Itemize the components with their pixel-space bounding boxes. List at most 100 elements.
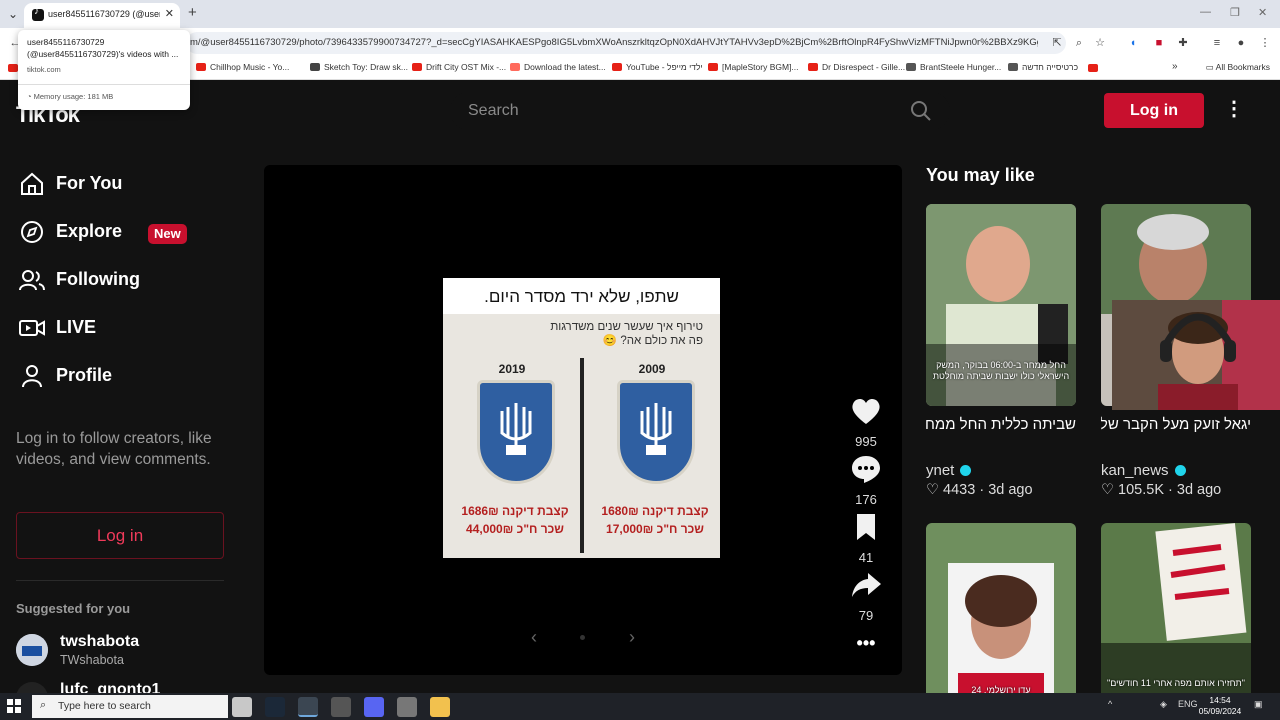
install-app-icon[interactable]: ⇱	[1050, 36, 1064, 50]
recommended-stats: ♡ 105.5K · 3d ago	[1101, 482, 1222, 498]
bookmark-item[interactable]: Chillhop Music - Yo...	[196, 62, 289, 72]
bookmark-item[interactable]: Download the latest...	[510, 62, 606, 72]
nav-for-you[interactable]: For You	[18, 168, 218, 200]
like-count: 995	[855, 434, 877, 449]
chrome-menu-icon[interactable]: ⋮	[1258, 36, 1272, 50]
browser-tab-active[interactable]: user8455116730729 (@user8455116730729)'s…	[24, 3, 180, 28]
taskbar-app-icon[interactable]	[397, 697, 417, 717]
like-count: 4433	[943, 482, 976, 498]
more-options-icon[interactable]: ⋮	[1224, 98, 1244, 122]
all-bookmarks-button[interactable]: ▭ All Bookmarks	[1206, 62, 1270, 73]
bookmark-item[interactable]: Drift City OST Mix -...	[412, 62, 506, 72]
file-explorer-icon[interactable]	[430, 697, 450, 717]
next-photo-icon[interactable]: ›	[622, 627, 642, 647]
tab-title: user8455116730729 (@user8455116730729)'s…	[48, 9, 160, 19]
compass-icon	[21, 221, 43, 243]
photo-left-half: 2019 קצבת דיקנה 1686₪ שכר ח"כ 44,000₪	[447, 358, 577, 553]
author-name: ynet	[926, 462, 955, 479]
bookmark-star-icon[interactable]: ☆	[1093, 36, 1107, 50]
nav-following[interactable]: Following	[18, 264, 218, 296]
clock-time: 14:54	[1209, 695, 1231, 705]
tray-overflow-icon[interactable]: ^	[1108, 699, 1112, 709]
login-prompt-text: Log in to follow creators, like videos, …	[16, 430, 212, 468]
taskbar-app-icon[interactable]	[331, 697, 351, 717]
nav-live[interactable]: LIVE	[18, 312, 218, 344]
tab-close-icon[interactable]: ✕	[165, 7, 174, 20]
taskbar-app-icon[interactable]	[232, 697, 252, 717]
recommended-thumbnail[interactable]: החל ממחר ב-06:00 בבוקר, המשק הישראלי כול…	[926, 204, 1076, 406]
clock-date: 05/09/2024	[1198, 706, 1242, 716]
recommended-title[interactable]: שביתה כללית החל ממחר בבוקר | זו הצהרתו ש…	[926, 414, 1076, 436]
like-action[interactable]: 995	[848, 395, 884, 449]
thumbnail-image	[926, 523, 1076, 693]
suggested-account[interactable]: twshabota TWshabota	[16, 633, 226, 674]
more-actions-icon[interactable]: •••	[848, 633, 884, 654]
save-count: 41	[858, 550, 874, 565]
search-input[interactable]	[468, 102, 868, 120]
bookmark-item[interactable]: [MapleStory BGM]...	[708, 62, 799, 72]
hover-card-title-2: (@user8455116730729)'s videos with ...	[27, 49, 179, 59]
url-field[interactable]: m/@user8455116730729/photo/7396433579900…	[186, 32, 1066, 54]
bookmark-favicon-icon	[808, 63, 818, 71]
suggested-account[interactable]: lufc_gnonto1	[16, 682, 226, 693]
comment-action[interactable]: 176	[848, 453, 884, 507]
close-window-button[interactable]: ✕	[1258, 6, 1267, 19]
save-action[interactable]: 41	[848, 511, 884, 565]
browser-tabstrip: ⌄ user8455116730729 (@user8455116730729)…	[0, 0, 1280, 28]
year-label: 2019	[498, 362, 526, 376]
discord-icon[interactable]	[364, 697, 384, 717]
bookmark-item[interactable]: BrantSteele Hunger...	[906, 62, 1001, 72]
recommended-thumbnail[interactable]: עדן ירושלמי, 24	[926, 523, 1076, 693]
share-action[interactable]: 79	[848, 569, 884, 623]
profile-icon	[22, 365, 42, 388]
nav-explore[interactable]: Explore New	[18, 216, 218, 248]
stipend-line: קצבת דיקנה 1686₪	[461, 504, 569, 518]
zoom-icon[interactable]: ⌕	[1072, 36, 1086, 50]
network-icon[interactable]: ◈	[1160, 699, 1167, 710]
bookmark-item[interactable]: YouTube - ילדי מייפל	[612, 62, 703, 72]
new-tab-button[interactable]: +	[188, 4, 197, 21]
tiktok-favicon-icon	[32, 6, 44, 21]
bookmark-item[interactable]: Sketch Toy: Draw sk...	[310, 62, 408, 72]
nav-profile[interactable]: Profile	[18, 360, 218, 392]
chrome-icon[interactable]	[298, 697, 318, 717]
steam-icon[interactable]	[265, 697, 285, 717]
profile-avatar-icon[interactable]: ●	[1234, 36, 1248, 50]
tab-search-button[interactable]: ⌄	[4, 5, 22, 23]
recommended-thumbnail[interactable]: "תחזירו אותם מפה אחרי 11 חודשים"	[1101, 523, 1251, 693]
new-badge: New	[148, 224, 187, 244]
previous-photo-icon[interactable]: ‹	[524, 627, 544, 647]
more-bookmarks-icon[interactable]: »	[1172, 61, 1178, 72]
restore-button[interactable]: ❐	[1230, 6, 1240, 19]
sidebar-login-button[interactable]: Log in	[16, 512, 224, 559]
extensions-puzzle-icon[interactable]: ✚	[1176, 36, 1190, 50]
photo-caption: שתפו, שלא ירד מסדר היום.	[443, 278, 720, 314]
search-icon[interactable]	[910, 100, 932, 122]
nav-label: For You	[56, 173, 123, 193]
media-control-icon[interactable]: ≡	[1210, 36, 1224, 50]
windows-start-icon[interactable]	[6, 698, 22, 714]
memory-icon: ◔	[27, 92, 34, 101]
taskbar-search-box[interactable]: ⌕ Type here to search	[32, 695, 228, 718]
bookmark-item[interactable]: כרטיסייה חדשה	[1008, 62, 1078, 72]
language-indicator[interactable]: ENG	[1178, 699, 1198, 709]
bookmark-youtube-icon[interactable]	[8, 64, 18, 72]
header-login-button[interactable]: Log in	[1104, 93, 1204, 128]
bookmark-favicon-icon	[196, 63, 206, 71]
recommended-author[interactable]: ynet	[926, 462, 972, 479]
bookmark-youtube-icon[interactable]	[1088, 64, 1098, 72]
bookmark-item[interactable]: Dr Disrespect - Gille...	[808, 62, 905, 72]
minimize-button[interactable]: —	[1200, 6, 1211, 18]
recommended-author[interactable]: kan_news	[1101, 462, 1186, 479]
suggested-name: twshabota	[60, 633, 140, 650]
notification-icon[interactable]: ▣	[1254, 699, 1263, 710]
extension-icon-red[interactable]: ■	[1152, 36, 1166, 50]
taskbar-search-icon: ⌕	[40, 699, 47, 711]
bookmarks-bar: Chillhop Music - Yo... Sketch Toy: Draw s…	[0, 58, 1280, 80]
recommended-title[interactable]: יגאל זועק מעל הקבר של בנו אלמוג סרוסי...	[1101, 414, 1251, 436]
post-age: 3d ago	[988, 482, 1033, 498]
extension-icon[interactable]: ◖	[1126, 36, 1140, 50]
bookmark-favicon-icon	[906, 63, 916, 71]
taskbar-clock[interactable]: 14:54 05/09/2024	[1196, 695, 1244, 717]
photo-card: טירוף איך שעשר שנים משדרגות פה את כולם א…	[443, 314, 720, 558]
